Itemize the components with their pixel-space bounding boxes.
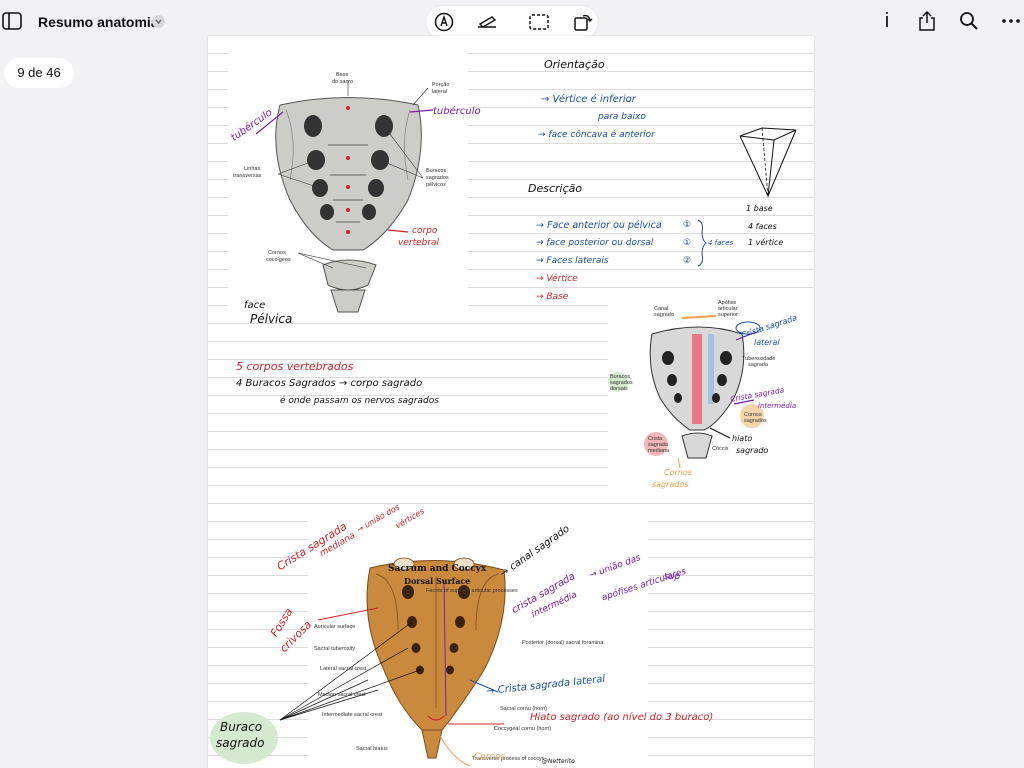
label-linhas: Linhas [244,166,261,172]
heading-descricao: Descrição [528,182,583,195]
chevron-down-icon[interactable] [152,15,165,28]
hw-face: face [244,300,266,311]
hw-cornos: Cornos [664,468,692,477]
hw-corpo: corpo [412,226,438,236]
document-title[interactable]: Resumo anatomia [38,14,159,30]
hw-tuberculo-right: tubérculo [433,106,481,117]
hw-crista-intermedia-2: intermédia [758,402,797,410]
heading-orientacao: Orientação [544,58,605,71]
label-porcao: Porção [432,82,450,88]
sacrum-dorsal-small-drawing [608,315,764,469]
pen-tool-icon[interactable] [433,12,455,32]
netter-label-facets: Facets of superior articular processes [426,588,518,594]
hw-hiato-sagrado: Hiato sagrado (ao nível do 3 buraco) [530,712,714,723]
desc-count-3: ② [683,256,692,266]
hw-cornos-big: Cornos [474,752,506,762]
label-buracos: Buracos [426,168,447,174]
hw-crista-lateral-2: lateral [754,338,780,347]
label-lateral: lateral [432,89,447,95]
label-coccix: Cóccix [712,446,729,452]
hw-uniao-apofises-3: sup [664,572,681,582]
desc-base: → Base [536,292,569,302]
sacrum-pelvic-figure: Base do sacro Porção lateral Linhas tran… [228,50,481,326]
hw-buraco: Buraco [220,720,263,734]
netter-label-coccygeal-cornu: Coccygeal cornu (horn) [494,726,552,732]
desc-count-2: ① [683,238,692,248]
search-icon[interactable] [958,10,980,32]
note-buracos: 4 Buracos Sagrados → corpo sagrado [236,378,423,389]
desc-face-anterior: → Face anterior ou pélvica [536,220,662,231]
hw-buraco-2: sagrado [216,736,265,750]
netter-label-posterior-foramina: Posterior (dorsal) sacral foramina [522,640,604,646]
note-vertice: → Vértice é inferior [541,94,636,105]
more-icon[interactable] [1000,10,1022,32]
label-pelvicos: pélvicos [426,182,446,188]
netter-label-median-crest: Median sacral crest [318,692,366,698]
label-crista-mediana-3: mediana [648,448,670,454]
lasso-select-icon[interactable] [528,12,550,32]
label-canal-2: sagrado [654,312,674,318]
label-base: Base [336,72,349,78]
netter-title: Sacrum and Coccyx [388,564,487,574]
label-sagrados: sagrados [426,175,449,181]
label-coccigeos: coccígeos [266,257,291,263]
pyramid-faces: 4 faces [748,222,777,231]
label-tuberosidade-2: sagrada [748,362,768,368]
desc-faces-laterais: → Faces laterais [536,256,609,266]
label-cornos-sagrados-2: sagrados [744,418,767,424]
desc-face-posterior: → face posterior ou dorsal [536,238,654,248]
highlighter-icon[interactable] [476,12,498,32]
netter-subtitle: Dorsal Surface [404,576,471,586]
desc-count-1: ① [683,220,692,230]
label-base-2: do sacro [332,79,354,85]
hw-hiato-2: sagrado [736,446,769,455]
pyramid-sketch [739,127,797,198]
note-para-baixo: para baixo [598,112,646,122]
share-icon[interactable] [916,10,938,32]
netter-label-lateral-crest: Lateral sacral crest [320,666,367,672]
note-corpos: 5 corpos vertebrados [236,360,354,373]
desc-vertice: → Vértice [536,274,578,284]
hw-vertebral: vertebral [398,238,440,248]
rotate-icon[interactable] [572,12,594,32]
drawing-toolbar [426,6,598,38]
label-cornos: Cornos [268,250,286,256]
notebook-page[interactable]: Base do sacro Porção lateral Linhas tran… [208,36,814,768]
label-apofise-3: superior [718,312,738,318]
label-buracos-dorsais-3: dorsais [610,386,628,392]
netter-label-hiatus: Sacral hiatus [356,746,388,752]
netter-label-intermediate-crest: Intermediate sacral crest [322,712,383,718]
pyramid-vertice: 1 vértice [748,238,784,247]
label-transversas: transversas [233,173,262,179]
hw-pelvica: Pélvica [250,312,293,326]
note-face-concava: → face côncava é anterior [538,130,655,140]
netter-figure: Sacrum and Coccyx Dorsal Surface Facets … [208,480,814,768]
page-indicator[interactable]: 9 de 46 [4,58,74,88]
sidebar-toggle-icon[interactable] [2,12,22,30]
netter-label-tuberosity: Sacral tuberosity [314,646,355,652]
hw-hiato: hiato [732,434,753,443]
info-button[interactable]: i [876,10,898,32]
pyramid-base: 1 base [746,204,773,213]
note-onde: é onde passam os nervos sagrados [280,396,439,406]
netter-label-auricular: Auricular surface [314,624,356,630]
desc-four-faces: 4 faces [708,239,734,247]
sacrum-dorsal-small-figure: Canal sagrado Apófise articular superior… [608,298,814,494]
netter-signature: @Netterito [542,758,575,765]
